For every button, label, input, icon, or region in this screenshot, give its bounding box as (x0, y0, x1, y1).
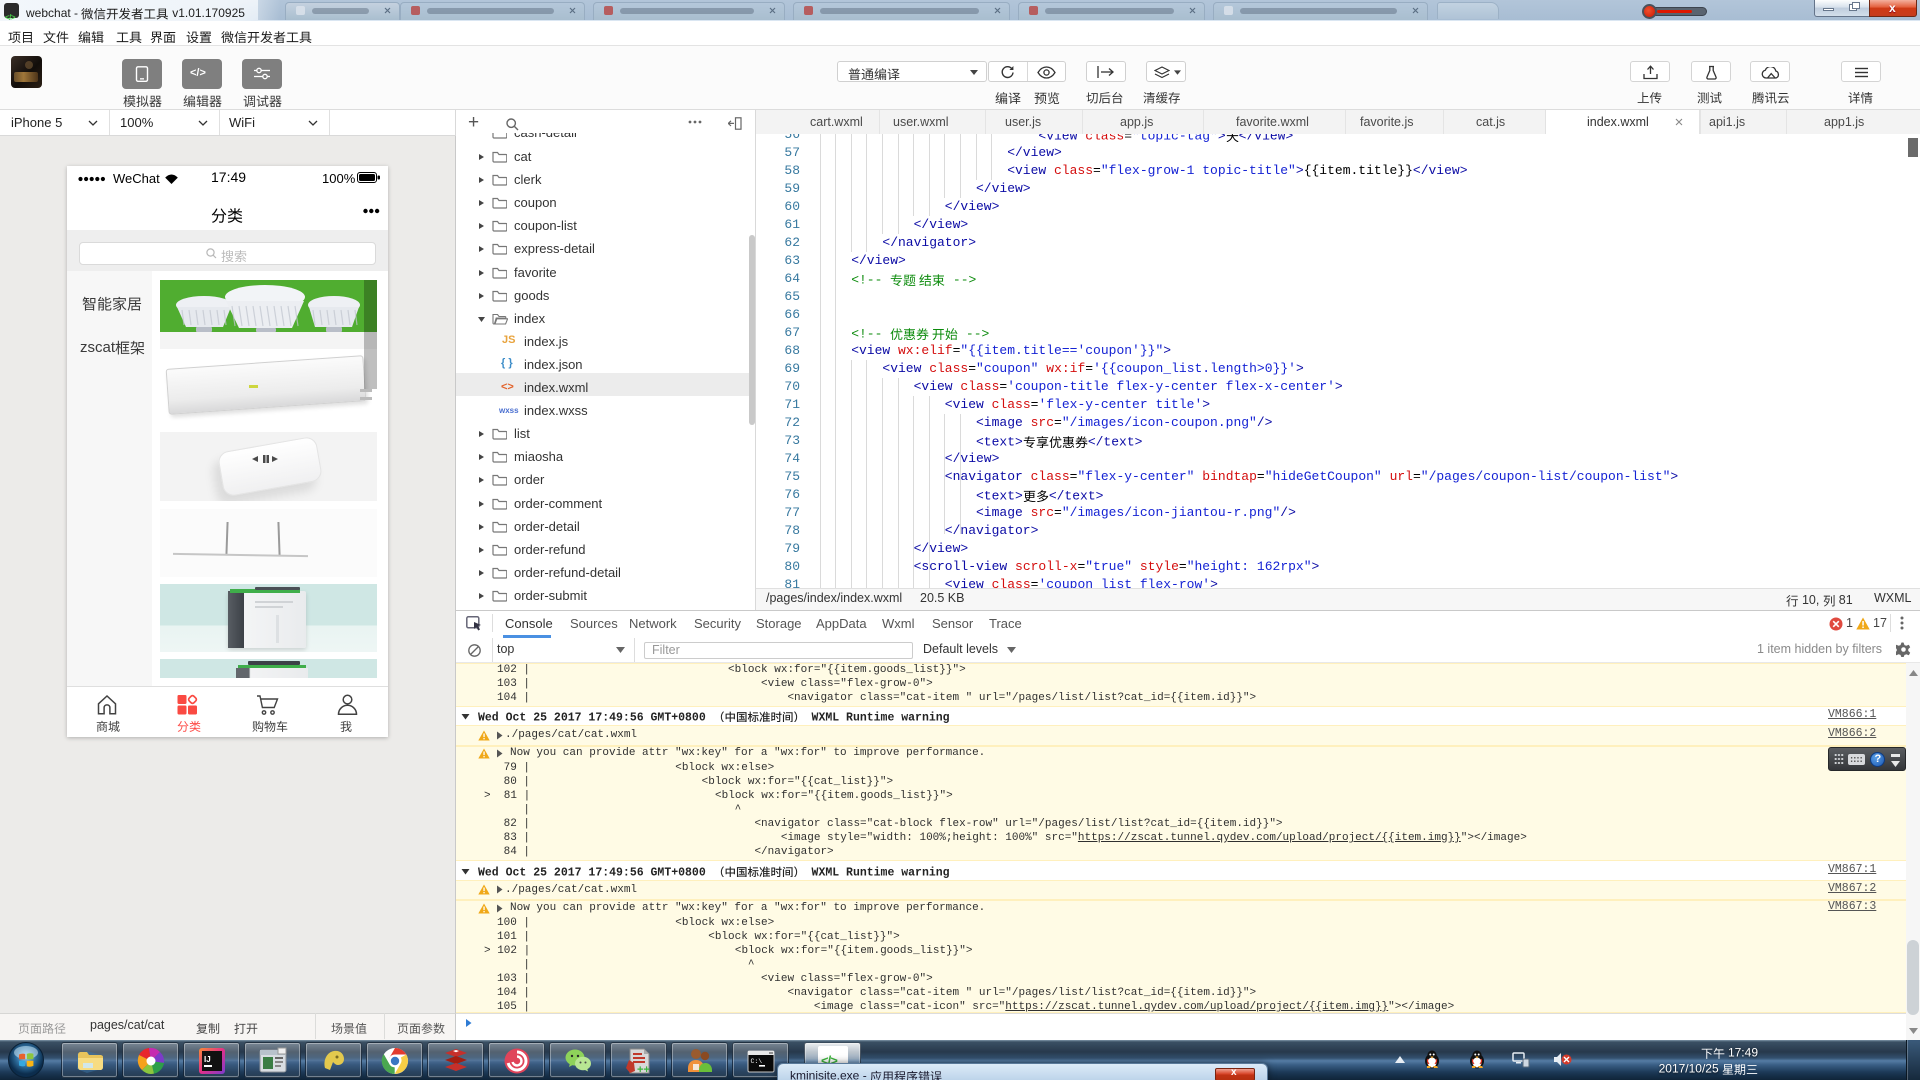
svg-text:++: ++ (637, 1064, 650, 1076)
svg-text:IJ: IJ (204, 1055, 211, 1064)
svg-text:C:\: C:\ (751, 1058, 763, 1065)
